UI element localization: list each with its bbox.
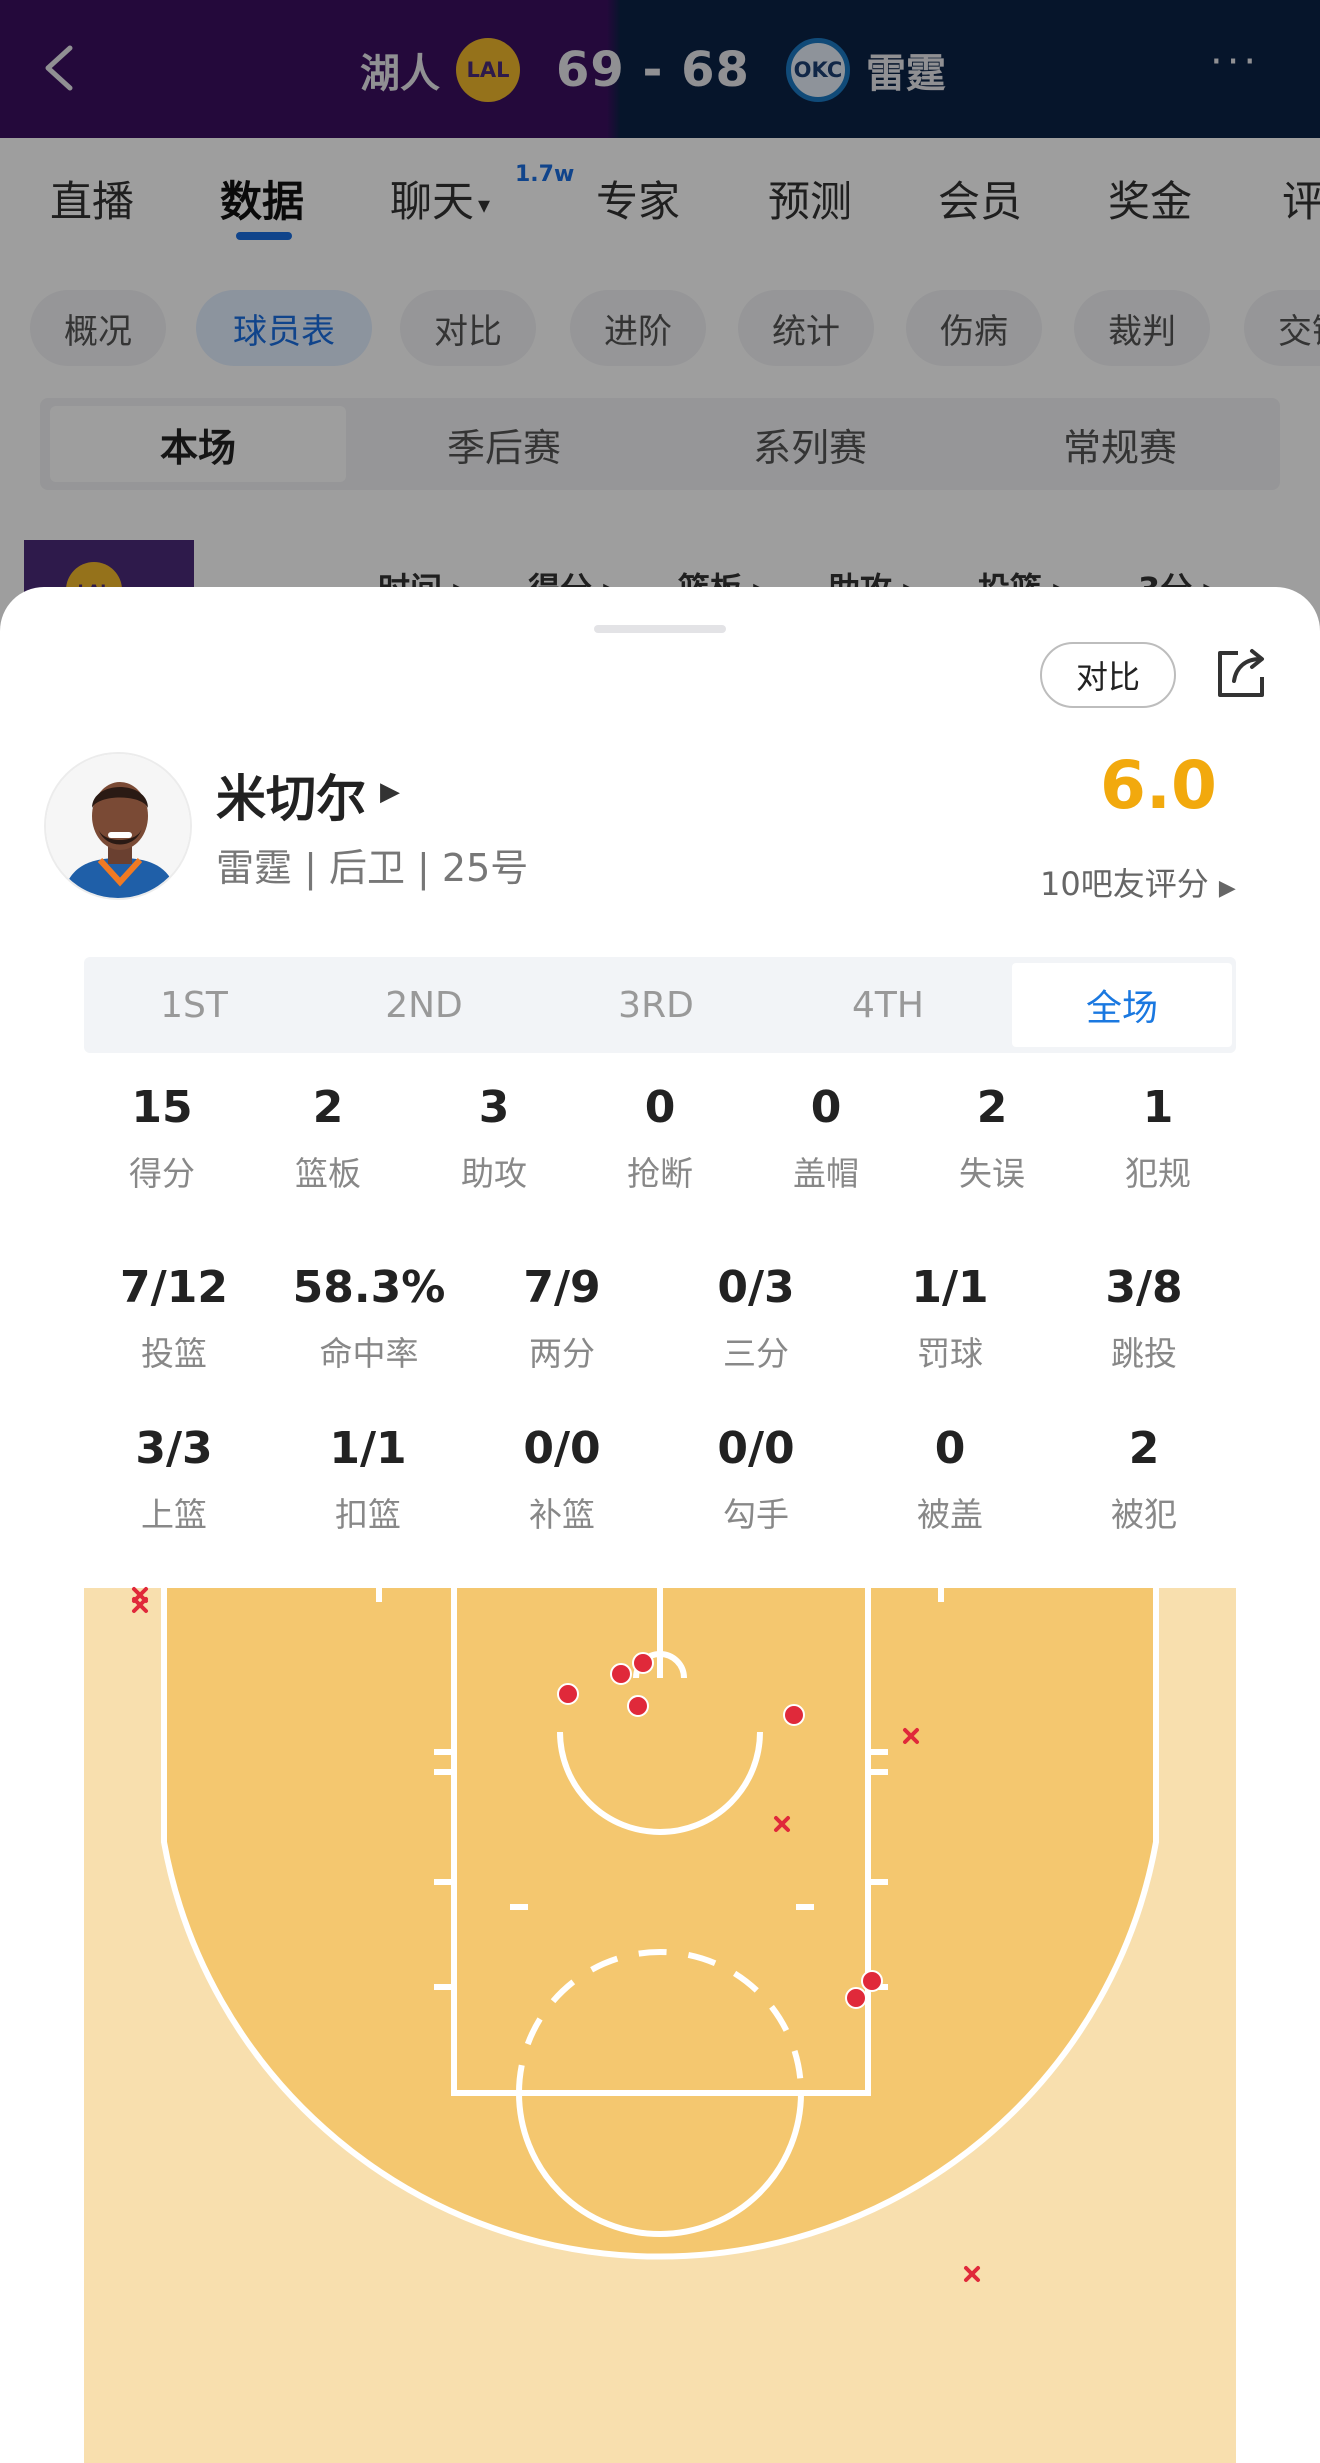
stat-label: 上篮 xyxy=(141,1495,207,1534)
fan-rating-label: 10吧友评分 xyxy=(1040,865,1209,903)
stat-value: 0/3 xyxy=(717,1262,795,1313)
player-avatar[interactable] xyxy=(44,752,192,900)
quarter-tab-3rd[interactable]: 3RD xyxy=(546,963,766,1047)
stat-fouls-drawn: 2 被犯 xyxy=(1064,1423,1224,1536)
quarter-tab-full-game[interactable]: 全场 xyxy=(1012,963,1232,1047)
stat-value: 2 xyxy=(312,1082,344,1133)
stat-blocks: 0 盖帽 xyxy=(766,1082,886,1195)
made-shot-dot-icon[interactable] xyxy=(627,1695,649,1717)
stat-points: 15 得分 xyxy=(102,1082,222,1195)
stat-putbacks: 0/0 补篮 xyxy=(482,1423,642,1536)
modal-overlay[interactable] xyxy=(0,0,1320,640)
made-shot-dot-icon[interactable] xyxy=(557,1683,579,1705)
stat-blocked: 0 被盖 xyxy=(870,1423,1030,1536)
stat-rebounds: 2 篮板 xyxy=(268,1082,388,1195)
share-icon[interactable] xyxy=(1212,645,1270,703)
stat-value: 0/0 xyxy=(523,1423,601,1474)
stat-label: 罚球 xyxy=(917,1334,983,1373)
stat-label: 跳投 xyxy=(1111,1334,1177,1373)
stat-label: 命中率 xyxy=(319,1334,419,1373)
player-photo xyxy=(46,754,190,898)
stat-value: 3 xyxy=(478,1082,510,1133)
stat-label: 得分 xyxy=(129,1154,195,1193)
stat-value: 0 xyxy=(644,1082,676,1133)
sheet-drag-handle[interactable] xyxy=(594,625,726,633)
stat-label: 三分 xyxy=(723,1334,789,1373)
stat-label: 助攻 xyxy=(461,1154,527,1193)
player-info: 雷霆 | 后卫 | 25号 xyxy=(216,846,529,890)
stat-assists: 3 助攻 xyxy=(434,1082,554,1195)
stat-steals: 0 抢断 xyxy=(600,1082,720,1195)
fan-rating-link[interactable]: 10吧友评分 ▶ xyxy=(1040,859,1236,905)
stat-label: 投篮 xyxy=(141,1334,207,1373)
quarter-tab-2nd[interactable]: 2ND xyxy=(314,963,534,1047)
caret-right-icon: ▶ xyxy=(1218,876,1236,901)
stat-two-pointers: 7/9 两分 xyxy=(482,1262,642,1375)
stat-hook-shots: 0/0 勾手 xyxy=(676,1423,836,1536)
stat-value: 1 xyxy=(1142,1082,1174,1133)
stat-layups: 3/3 上篮 xyxy=(94,1423,254,1536)
player-name[interactable]: 米切尔 xyxy=(216,759,366,831)
stat-label: 失误 xyxy=(959,1154,1025,1193)
stat-label: 犯规 xyxy=(1125,1154,1191,1193)
stat-value: 58.3% xyxy=(292,1262,446,1313)
stat-value: 0 xyxy=(810,1082,842,1133)
made-shot-dot-icon[interactable] xyxy=(845,1987,867,2009)
player-detail-sheet: 对比 米切尔 ▶ 雷霆 | 后卫 | 25号 6.0 10吧友评分 ▶ 1ST … xyxy=(0,587,1320,2463)
stat-label: 篮板 xyxy=(295,1154,361,1193)
stat-value: 2 xyxy=(1128,1423,1160,1474)
made-shot-dot-icon[interactable] xyxy=(632,1652,654,1674)
quarter-tab-4th[interactable]: 4TH xyxy=(778,963,998,1047)
stat-fg-percentage: 58.3% 命中率 xyxy=(274,1262,464,1375)
stat-three-pointers: 0/3 三分 xyxy=(676,1262,836,1375)
caret-right-icon: ▶ xyxy=(380,777,400,807)
stat-label: 勾手 xyxy=(723,1495,789,1534)
stat-label: 被盖 xyxy=(917,1495,983,1534)
background-page: 湖人 LAL 69 - 68 OKC 雷霆 ··· 直播 数据 聊天 ▾ 1.7w… xyxy=(0,0,1320,640)
stat-value: 3/8 xyxy=(1105,1262,1183,1313)
stat-jump-shots: 3/8 跳投 xyxy=(1064,1262,1224,1375)
made-shot-dot-icon[interactable] xyxy=(783,1704,805,1726)
stat-free-throws: 1/1 罚球 xyxy=(870,1262,1030,1375)
player-rating: 6.0 xyxy=(1100,747,1217,824)
stat-value: 0 xyxy=(934,1423,966,1474)
stat-value: 3/3 xyxy=(135,1423,213,1474)
stat-fouls: 1 犯规 xyxy=(1098,1082,1218,1195)
stat-value: 7/9 xyxy=(523,1262,601,1313)
stat-value: 7/12 xyxy=(120,1262,228,1313)
stat-value: 1/1 xyxy=(329,1423,407,1474)
shot-chart xyxy=(84,1582,1236,2463)
quarter-tabs: 1ST 2ND 3RD 4TH 全场 xyxy=(84,957,1236,1053)
stat-field-goals: 7/12 投篮 xyxy=(94,1262,254,1375)
stat-label: 抢断 xyxy=(627,1154,693,1193)
stat-value: 15 xyxy=(131,1082,193,1133)
quarter-tab-1st[interactable]: 1ST xyxy=(84,963,304,1047)
made-shot-dot-icon[interactable] xyxy=(861,1970,883,1992)
stat-label: 盖帽 xyxy=(793,1154,859,1193)
compare-button[interactable]: 对比 xyxy=(1040,642,1176,708)
stat-value: 2 xyxy=(976,1082,1008,1133)
stat-turnovers: 2 失误 xyxy=(932,1082,1052,1195)
stat-label: 补篮 xyxy=(529,1495,595,1534)
stat-label: 扣篮 xyxy=(335,1495,401,1534)
stat-value: 0/0 xyxy=(717,1423,795,1474)
stat-label: 两分 xyxy=(529,1334,595,1373)
stat-label: 被犯 xyxy=(1111,1495,1177,1534)
stat-value: 1/1 xyxy=(911,1262,989,1313)
made-shot-dot-icon[interactable] xyxy=(610,1663,632,1685)
stat-dunks: 1/1 扣篮 xyxy=(288,1423,448,1536)
